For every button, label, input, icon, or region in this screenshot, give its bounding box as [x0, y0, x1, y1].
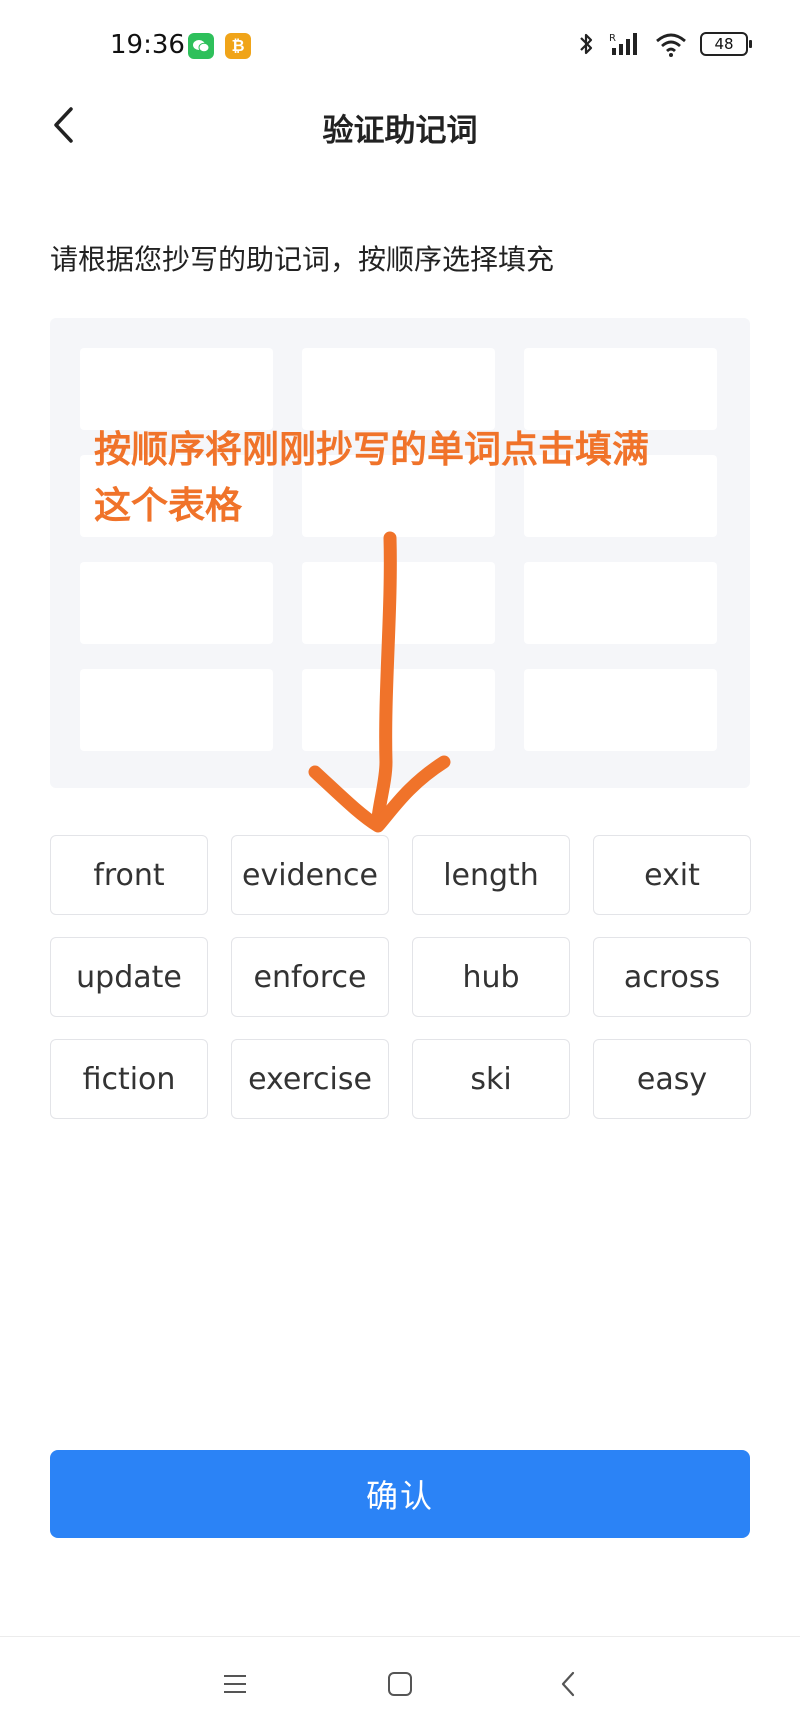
word-slot[interactable] [524, 669, 717, 751]
confirm-button[interactable]: 确认 [50, 1450, 750, 1538]
annotation-line-2: 这个表格 [94, 484, 242, 527]
annotation-line-1: 按顺序将刚刚抄写的单词点击填满 [94, 428, 649, 471]
battery-icon: 48 [700, 32, 752, 56]
svg-text:R: R [609, 33, 616, 44]
word-chip-hub[interactable]: hub [412, 937, 570, 1017]
word-chip-enforce[interactable]: enforce [231, 937, 389, 1017]
word-slot[interactable] [80, 669, 273, 751]
menu-icon [224, 1675, 246, 1693]
word-chip-exit[interactable]: exit [593, 835, 751, 915]
system-icons: R 48 [576, 30, 752, 58]
home-icon [388, 1672, 412, 1696]
page-title: 验证助记词 [322, 113, 478, 149]
word-slot[interactable] [80, 562, 273, 644]
status-time: 19:36 [110, 30, 185, 60]
instruction-text: 请根据您抄写的助记词，按顺序选择填充 [50, 243, 555, 276]
signal-icon: R [609, 33, 637, 55]
annotation-arrow-icon [308, 531, 451, 833]
word-chip-fiction[interactable]: fiction [50, 1039, 208, 1119]
word-chip-easy[interactable]: easy [593, 1039, 751, 1119]
word-chip-ski[interactable]: ski [412, 1039, 570, 1119]
word-chip-length[interactable]: length [412, 835, 570, 915]
home-button[interactable] [375, 1659, 425, 1709]
word-slot[interactable] [302, 348, 495, 430]
word-slot[interactable] [524, 562, 717, 644]
menu-button[interactable] [210, 1659, 260, 1709]
nav-bar: 验证助记词 [0, 95, 800, 215]
annotation-text: 按顺序将刚刚抄写的单词点击填满 这个表格 [94, 422, 734, 534]
word-chip-across[interactable]: across [593, 937, 751, 1017]
word-chip-exercise[interactable]: exercise [231, 1039, 389, 1119]
battery-level: 48 [714, 35, 734, 53]
status-bar: 19:36 ₿ R 48 [0, 0, 800, 95]
back-icon [561, 1671, 575, 1697]
bluetooth-icon [580, 33, 593, 55]
word-chip-update[interactable]: update [50, 937, 208, 1017]
word-chip-front[interactable]: front [50, 835, 208, 915]
wifi-icon [656, 33, 686, 57]
bitcoin-icon: ₿ [225, 33, 251, 59]
word-slot[interactable] [80, 348, 273, 430]
wechat-icon [188, 33, 214, 59]
system-nav-bar [0, 1636, 800, 1734]
word-chip-evidence[interactable]: evidence [231, 835, 389, 915]
nav-back-button[interactable] [543, 1659, 593, 1709]
word-slot[interactable] [524, 348, 717, 430]
